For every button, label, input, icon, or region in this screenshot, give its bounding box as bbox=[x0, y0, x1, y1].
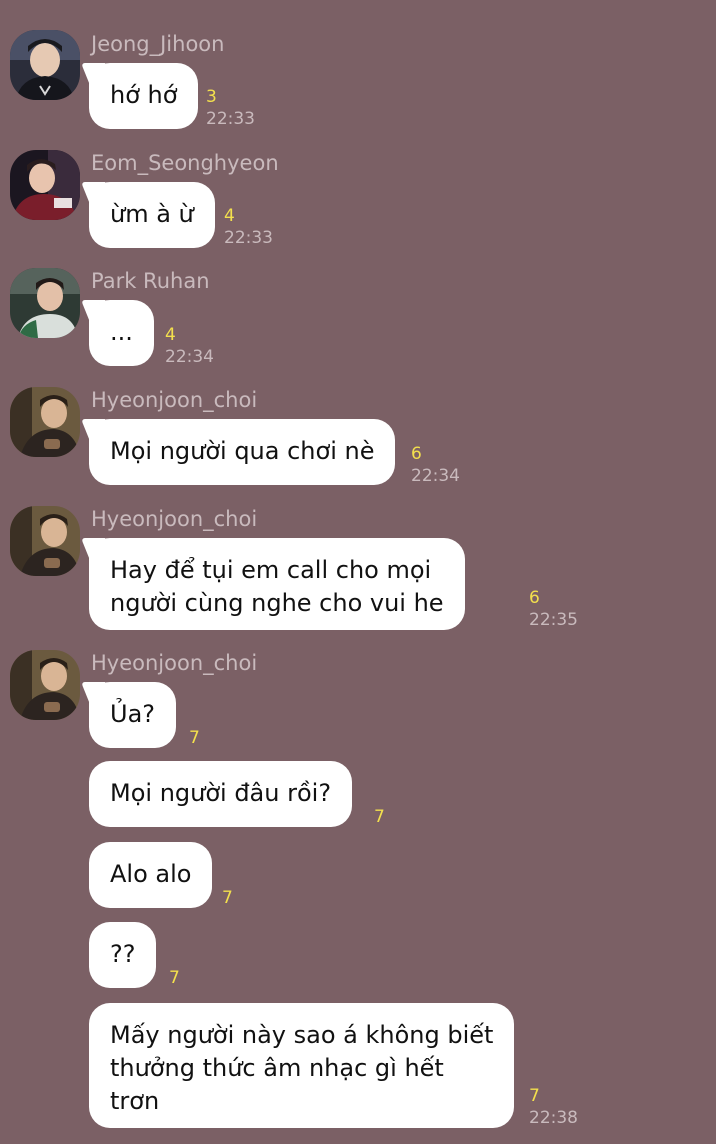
sender-name: Eom_Seonghyeon bbox=[91, 151, 279, 175]
sender-name: Hyeonjoon_choi bbox=[91, 651, 258, 675]
message-text: ừm à ừ bbox=[110, 200, 194, 228]
unread-count: 4 bbox=[224, 206, 235, 226]
unread-count: 7 bbox=[529, 1086, 540, 1106]
message-bubble[interactable]: hớ hớ bbox=[89, 63, 199, 129]
sender-name: Hyeonjoon_choi bbox=[91, 388, 258, 412]
sender-avatar[interactable] bbox=[10, 387, 80, 457]
message-time: 22:33 bbox=[224, 228, 273, 248]
sender-avatar[interactable] bbox=[10, 268, 80, 338]
message-bubble[interactable]: Mọi người qua chơi nè bbox=[89, 419, 396, 485]
message-text: Hay để tụi em call cho mọi bbox=[110, 556, 432, 584]
avatar-photo bbox=[10, 30, 80, 100]
message-time: 22:38 bbox=[529, 1108, 578, 1128]
unread-count: 6 bbox=[529, 588, 540, 608]
sender-avatar[interactable] bbox=[10, 506, 80, 576]
unread-count: 7 bbox=[169, 968, 180, 988]
message-time: 22:34 bbox=[411, 466, 460, 486]
message-time: 22:34 bbox=[165, 347, 214, 367]
avatar-photo bbox=[10, 268, 80, 338]
message-text: hớ hớ bbox=[110, 81, 178, 109]
message-text: người cùng nghe cho vui he bbox=[110, 589, 444, 617]
unread-count: 7 bbox=[222, 888, 233, 908]
sender-avatar[interactable] bbox=[10, 30, 80, 100]
chat-message-list[interactable]: Jeong_Jihoon hớ hớ 3 22:33 Eom_Seonghyeo… bbox=[0, 0, 716, 1144]
message-bubble[interactable]: ừm à ừ bbox=[89, 182, 215, 248]
message-bubble[interactable]: Mọi người đâu rồi? bbox=[89, 761, 353, 827]
message-time: 22:33 bbox=[206, 109, 255, 129]
sender-avatar[interactable] bbox=[10, 650, 80, 720]
message-bubble[interactable]: Mấy người này sao á không biết thưởng th… bbox=[89, 1003, 515, 1128]
sender-name: Jeong_Jihoon bbox=[91, 32, 225, 56]
message-text: thưởng thức âm nhạc gì hết bbox=[110, 1054, 444, 1082]
message-text: Alo alo bbox=[110, 860, 192, 888]
message-bubble[interactable]: Ủa? bbox=[89, 682, 177, 748]
message-bubble[interactable]: ?? bbox=[89, 922, 157, 988]
avatar-photo bbox=[10, 506, 80, 576]
message-bubble[interactable]: ... bbox=[89, 300, 154, 366]
unread-count: 3 bbox=[206, 87, 217, 107]
message-text: Ủa? bbox=[110, 700, 156, 728]
message-text: Mấy người này sao á không biết bbox=[110, 1021, 494, 1049]
unread-count: 4 bbox=[165, 325, 176, 345]
message-bubble[interactable]: Alo alo bbox=[89, 842, 213, 908]
unread-count: 7 bbox=[374, 807, 385, 827]
sender-name: Hyeonjoon_choi bbox=[91, 507, 258, 531]
unread-count: 7 bbox=[189, 728, 200, 748]
message-text: Mọi người đâu rồi? bbox=[110, 779, 332, 807]
sender-name: Park Ruhan bbox=[91, 269, 210, 293]
message-text: ... bbox=[110, 318, 133, 346]
avatar-photo bbox=[10, 150, 80, 220]
message-bubble[interactable]: Hay để tụi em call cho mọi người cùng ng… bbox=[89, 538, 465, 630]
message-text: ?? bbox=[110, 940, 136, 968]
avatar-photo bbox=[10, 650, 80, 720]
sender-avatar[interactable] bbox=[10, 150, 80, 220]
message-text: trơn bbox=[110, 1087, 160, 1115]
unread-count: 6 bbox=[411, 444, 422, 464]
avatar-photo bbox=[10, 387, 80, 457]
message-text: Mọi người qua chơi nè bbox=[110, 437, 375, 465]
message-time: 22:35 bbox=[529, 610, 578, 630]
